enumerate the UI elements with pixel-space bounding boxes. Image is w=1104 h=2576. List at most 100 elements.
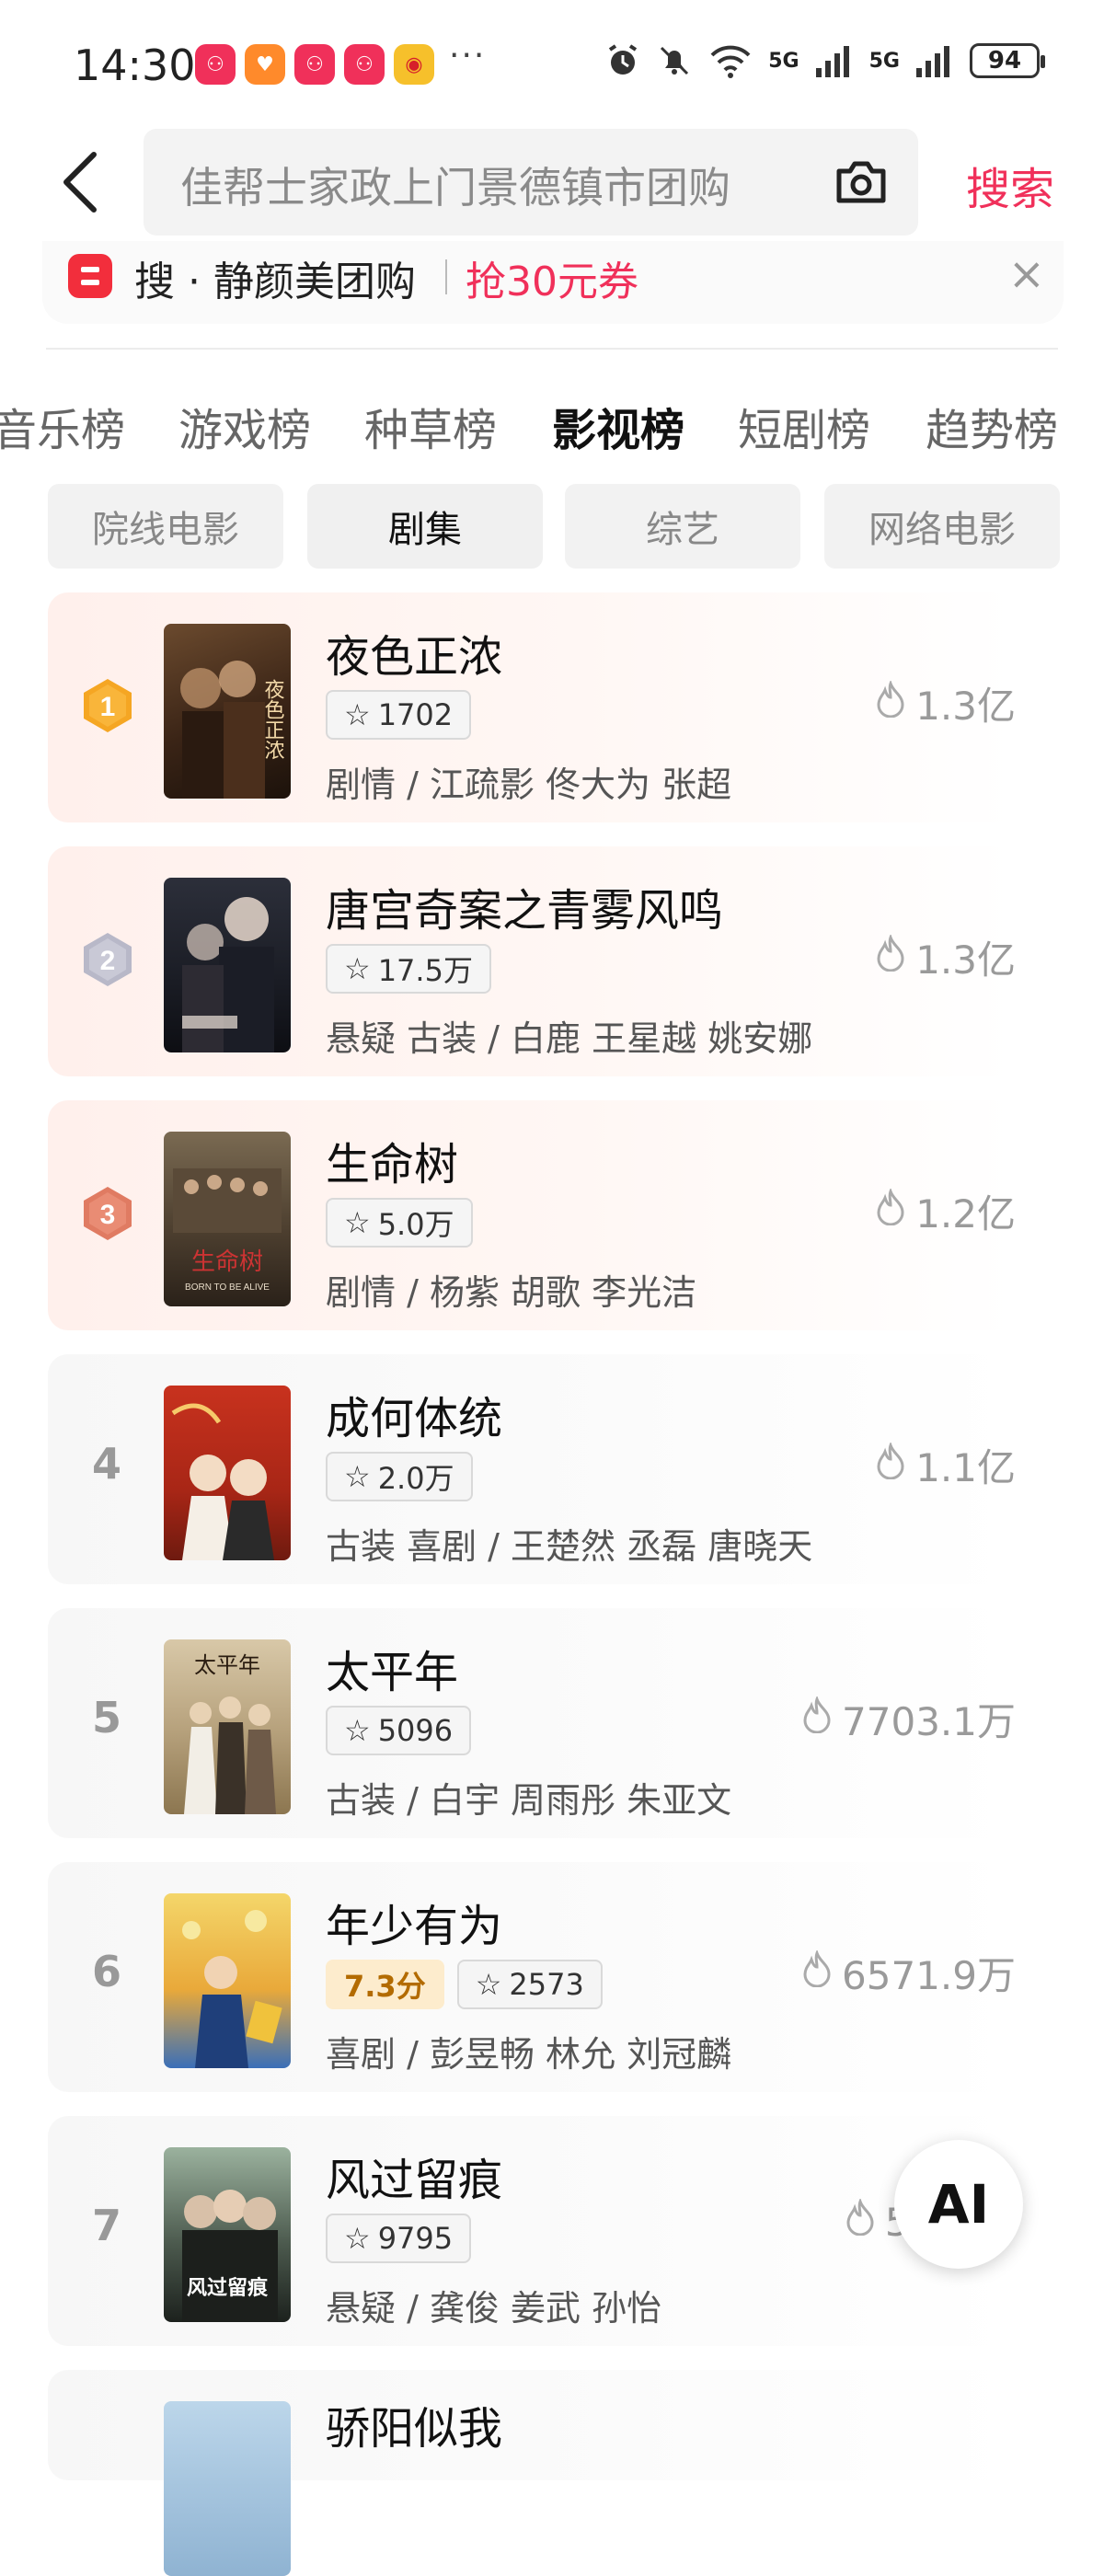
badge-group: ☆ 5096 — [326, 1706, 472, 1755]
rank-number: 4 — [91, 1439, 121, 1489]
close-icon[interactable]: × — [1008, 248, 1045, 300]
show-meta: 古装 / 白宇 周雨彤 朱亚文 — [326, 1780, 732, 1821]
poster-image[interactable] — [164, 1893, 291, 2068]
poster-subtitle-text: BORN TO BE ALIVE — [185, 1282, 270, 1293]
tab-film-tv-chart[interactable]: 影视榜 — [552, 394, 684, 458]
promo-divider — [445, 259, 447, 294]
show-meta: 悬疑 古装 / 白鹿 王星越 姚安娜 — [326, 1018, 813, 1059]
badge-group: ☆ 1702 — [326, 690, 472, 740]
score-badge[interactable]: 7.3分 — [326, 1960, 444, 2009]
rank-number: 2 — [100, 946, 116, 976]
ranking-row[interactable]: 3 生命树 BORN TO BE ALIVE 生命树 ☆ 5.0万 剧情 / 杨紫… — [48, 1100, 1016, 1330]
star-rating-badge[interactable]: ☆ 17.5万 — [326, 944, 491, 994]
divider — [46, 348, 1058, 350]
subtab-theatrical-films[interactable]: 院线电影 — [48, 484, 283, 569]
poster-image[interactable] — [164, 878, 291, 1052]
poster-image[interactable] — [164, 2401, 291, 2576]
wifi-icon — [710, 45, 751, 78]
heat-number: 1.3亿 — [915, 937, 1016, 983]
back-arrow-icon[interactable] — [53, 145, 109, 219]
meituan-logo-icon — [68, 254, 112, 298]
promo-banner[interactable]: 搜 · 静颜美团购 抢30元券 × — [42, 241, 1064, 324]
heat-number: 7703.1万 — [842, 1699, 1016, 1744]
heat-number: 1.3亿 — [915, 684, 1016, 729]
show-meta: 剧情 / 江疏影 佟大为 张超 — [326, 765, 732, 805]
ranking-row[interactable]: 骄阳似我 — [48, 2370, 1014, 2576]
promo-coupon[interactable]: 抢30元券 — [466, 248, 638, 307]
heat-value: 1.1亿 — [875, 1437, 1016, 1493]
star-rating-badge[interactable]: ☆ 9795 — [326, 2214, 472, 2263]
star-rating-badge[interactable]: ☆ 5096 — [326, 1706, 472, 1755]
show-meta: 悬疑 / 龚俊 姜武 孙怡 — [326, 2288, 662, 2329]
tab-short-drama-chart[interactable]: 短剧榜 — [738, 394, 870, 458]
signal-icon — [815, 46, 849, 77]
star-icon: ☆ — [344, 1205, 371, 1240]
star-icon: ☆ — [344, 1459, 371, 1494]
badge-group: ☆ 17.5万 — [326, 944, 491, 994]
heat-value: 7703.1万 — [801, 1691, 1016, 1747]
ranking-row[interactable]: 1 夜色正浓 夜色正浓 ☆ 1702 剧情 / 江疏影 佟大为 张超 1.3亿 — [48, 592, 1016, 822]
star-rating-badge[interactable]: ☆ 1702 — [326, 690, 472, 740]
mute-icon — [661, 46, 689, 75]
heat-value: 1.3亿 — [875, 929, 1016, 985]
poster-image[interactable]: 太平年 — [164, 1639, 291, 1814]
ranking-row[interactable]: 6 年少有为 7.3分 ☆ 2573 喜剧 / 彭昱畅 林允 刘冠麟 6571.9… — [48, 1862, 1016, 2092]
poster-image[interactable] — [164, 1386, 291, 1560]
subtab-variety[interactable]: 综艺 — [565, 484, 800, 569]
star-count: 2573 — [509, 1967, 584, 2002]
show-title: 骄阳似我 — [326, 2403, 503, 2455]
ranking-row[interactable]: 7 风过留痕 风过留痕 ☆9795 悬疑 / 龚俊 姜武 孙怡 583 — [48, 2116, 1014, 2346]
flame-icon — [875, 933, 906, 981]
ai-assistant-button[interactable]: AI — [894, 2140, 1023, 2269]
tab-recommend-chart[interactable]: 种草榜 — [364, 394, 497, 458]
ranking-row[interactable]: 2 唐宫奇案之青雾风鸣 ☆ 17.5万 悬疑 古装 / 白鹿 王星越 姚安娜 1.… — [48, 846, 1016, 1076]
heat-number: 1.2亿 — [915, 1191, 1016, 1236]
signal-icon — [916, 46, 949, 77]
alarm-icon — [609, 44, 638, 75]
poster-image[interactable]: 风过留痕 — [164, 2147, 291, 2322]
show-title: 太平年 — [326, 1647, 459, 1698]
search-button[interactable]: 搜索 — [966, 153, 1054, 217]
tab-music-chart[interactable]: 音乐榜 — [0, 394, 125, 458]
tab-game-chart[interactable]: 游戏榜 — [178, 394, 311, 458]
star-rating-badge[interactable]: ☆ 2.0万 — [326, 1452, 473, 1501]
search-input[interactable]: 佳帮士家政上门景德镇市团购 — [180, 155, 815, 215]
rank-number: 1 — [100, 692, 116, 722]
poster-image[interactable]: 生命树 BORN TO BE ALIVE — [164, 1132, 291, 1306]
more-notifications-icon: ··· — [449, 37, 487, 75]
badge-group: ☆ 2.0万 — [326, 1452, 473, 1501]
camera-icon[interactable] — [832, 153, 891, 212]
badge-group: ☆ 5.0万 — [326, 1198, 473, 1248]
heat-number: 6571.9万 — [842, 1953, 1016, 1998]
heat-value: 1.2亿 — [875, 1183, 1016, 1239]
star-count: 9795 — [377, 2221, 454, 2256]
show-title: 年少有为 — [326, 1901, 503, 1952]
gold-medal-icon: 1 — [84, 679, 132, 732]
app-notification-icon: ⚇ — [344, 44, 385, 85]
tab-trend-chart[interactable]: 趋势榜 — [926, 394, 1058, 458]
flame-icon — [801, 1695, 833, 1742]
poster-title-text: 太平年 — [194, 1652, 260, 1678]
star-count: 2.0万 — [377, 1461, 454, 1496]
star-rating-badge[interactable]: ☆ 2573 — [456, 1960, 603, 2009]
signal-label-1: 5G — [768, 49, 799, 73]
flame-icon — [875, 679, 906, 727]
search-box[interactable]: 佳帮士家政上门景德镇市团购 — [144, 129, 918, 236]
silver-medal-icon: 2 — [84, 933, 132, 986]
ranking-row[interactable]: 4 成何体统 ☆ 2.0万 古装 喜剧 / 王楚然 丞磊 唐晓天 1.1亿 — [48, 1354, 1016, 1584]
ranking-row[interactable]: 5 太平年 太平年 ☆ 5096 古装 / 白宇 周雨彤 朱亚文 7703.1万 — [48, 1608, 1016, 1838]
star-count: 5.0万 — [377, 1207, 454, 1242]
app-notification-icon: ⚇ — [294, 44, 335, 85]
star-rating-badge[interactable]: ☆ 5.0万 — [326, 1198, 473, 1248]
bronze-medal-icon: 3 — [84, 1187, 132, 1240]
flame-icon — [801, 1949, 833, 1996]
flame-icon — [875, 1187, 906, 1235]
badge-group: 7.3分 ☆ 2573 — [326, 1960, 603, 2009]
flame-icon — [845, 2197, 876, 2245]
heart-app-icon: ♥ — [245, 44, 285, 85]
show-meta: 古装 喜剧 / 王楚然 丞磊 唐晓天 — [326, 1526, 813, 1567]
poster-image[interactable]: 夜色正浓 — [164, 624, 291, 799]
subtab-series[interactable]: 剧集 — [307, 484, 543, 569]
subtab-web-films[interactable]: 网络电影 — [824, 484, 1060, 569]
signal-label-2: 5G — [868, 49, 900, 73]
